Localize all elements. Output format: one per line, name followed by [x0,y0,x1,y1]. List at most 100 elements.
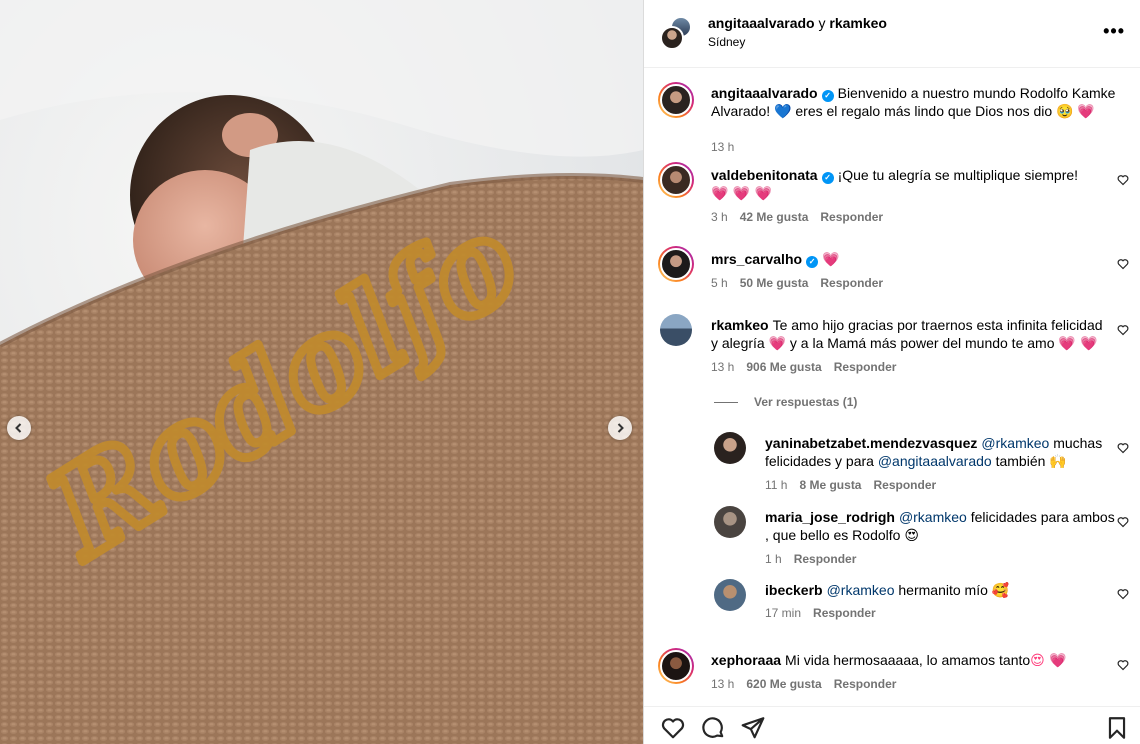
reply-button[interactable]: Responder [820,210,883,224]
comment-body-2: y a la Mamá más power del mundo te amo [786,335,1059,351]
verified-badge-icon: ✓ [821,172,834,184]
tear-face-emoji: 🥹 [1056,104,1074,120]
paper-plane-icon[interactable] [740,715,766,741]
likes-count[interactable]: 8 Me gusta [799,478,861,492]
comment-username[interactable]: valdebenitonata [711,167,818,183]
avatar[interactable] [714,579,746,611]
likes-count[interactable]: 42 Me gusta [740,210,809,224]
comment-body: ¡Que tu alegría se multiplique siempre! [837,167,1079,183]
likes-count[interactable]: 50 Me gusta [740,276,809,290]
reply-username[interactable]: ibeckerb [765,582,823,598]
like-comment-heart-icon[interactable] [1117,324,1129,336]
avatar[interactable] [714,506,746,538]
more-horizontal-icon: ••• [1103,21,1125,41]
reply-username[interactable]: yaninabetzabet.mendezvasquez [765,435,977,451]
reply-meta: 17 min Responder [765,606,888,620]
heart-eyes-heart-emojis: 😍 💗 [1030,653,1067,669]
like-comment-heart-icon[interactable] [1117,174,1129,186]
comment-text: rkamkeo Te amo hijo gracias por traernos … [711,316,1111,353]
reply-item: yaninabetzabet.mendezvasquez @rkamkeo muc… [644,432,1140,494]
likes-count[interactable]: 620 Me gusta [746,677,821,691]
like-comment-heart-icon[interactable] [1117,516,1129,528]
comment-body: Mi vida hermosaaaaa, lo amamos tanto [785,652,1031,668]
heart-emoji: 💗 [768,336,787,352]
reply-button[interactable]: Responder [834,360,897,374]
comment-meta: 3 h 42 Me gusta Responder [711,210,895,224]
pink-heart-emoji: 💗 [1077,104,1095,120]
reply-button[interactable]: Responder [834,677,897,691]
caption-text: angitaaalvarado ✓ Bienvenido a nuestro mun… [711,84,1123,121]
timestamp[interactable]: 13 h [711,140,734,154]
reply-item: maria_jose_rodrigh @rkamkeo felicidades p… [644,506,1140,568]
avatar[interactable] [658,246,694,282]
post-media: Rodolfo [0,0,643,744]
heart-outline-icon[interactable] [660,715,686,741]
comment-username[interactable]: rkamkeo [711,317,769,333]
timestamp[interactable]: 17 min [765,606,801,620]
mention-link[interactable]: @rkamkeo [981,435,1049,451]
like-comment-heart-icon[interactable] [1117,659,1129,671]
avatar [660,26,684,50]
post-actions-bar [644,706,1140,744]
comment-meta: 13 h 906 Me gusta Responder [711,360,908,374]
authors-joiner: y [818,15,826,31]
caption-meta: 13 h [711,140,746,154]
smiling-hearts-emoji: 🥰 [991,583,1010,599]
post-location[interactable]: Sídney [708,35,745,49]
avatar[interactable] [658,162,694,198]
timestamp[interactable]: 13 h [711,360,734,374]
collab-avatars[interactable] [660,16,694,50]
heart-eyes-emoji: 😍 [904,528,919,544]
reply-username[interactable]: maria_jose_rodrigh [765,509,895,525]
like-comment-heart-icon[interactable] [1117,442,1129,454]
divider [714,401,738,403]
more-options-button[interactable]: ••• [1103,22,1125,40]
heart-emojis: 💗 💗 💗 [711,186,773,202]
likes-count[interactable]: 906 Me gusta [746,360,821,374]
previous-image-button[interactable] [7,416,31,440]
comment-username[interactable]: mrs_carvalho [711,251,802,267]
comment-text: valdebenitonata ✓ ¡Que tu alegría se multi… [711,166,1111,203]
mention-link[interactable]: @rkamkeo [827,582,895,598]
reply-body: hermanito mío [894,582,992,598]
verified-badge-icon: ✓ [821,90,834,102]
mention-link[interactable]: @angitaaalvarado [878,453,992,469]
comment-meta: 13 h 620 Me gusta Responder [711,677,908,691]
reply-button[interactable]: Responder [873,478,936,492]
view-replies-button[interactable]: Ver respuestas (1) [714,395,857,409]
like-comment-heart-icon[interactable] [1117,258,1129,270]
reply-meta: 1 h Responder [765,552,868,566]
blue-heart-emoji: 💙 [774,104,792,120]
author-username[interactable]: rkamkeo [829,15,887,31]
comment-bubble-icon[interactable] [700,715,726,741]
mention-link[interactable]: @rkamkeo [899,509,967,525]
reply-button[interactable]: Responder [813,606,876,620]
reply-body-2: también [991,453,1050,469]
like-comment-heart-icon[interactable] [1117,588,1129,600]
reply-meta: 11 h 8 Me gusta Responder [765,478,948,492]
caption-body-2: eres el regalo más lindo que Dios nos di… [791,103,1057,119]
comment-item: xephoraaa Mi vida hermosaaaaa, lo amamos … [644,648,1140,698]
view-replies-label: Ver respuestas (1) [754,395,858,409]
comments-list[interactable]: angitaaalvarado ✓ Bienvenido a nuestro mun… [644,68,1140,706]
reply-text: yaninabetzabet.mendezvasquez @rkamkeo muc… [765,434,1115,471]
avatar[interactable] [660,314,692,346]
raised-hands-emoji: 🙌 [1049,454,1067,470]
avatar[interactable] [658,648,694,684]
next-image-button[interactable] [608,416,632,440]
timestamp[interactable]: 5 h [711,276,728,290]
timestamp[interactable]: 11 h [765,478,787,492]
post-side-panel: angitaaalvarado y rkamkeo Sídney ••• ang… [643,0,1140,744]
caption-username[interactable]: angitaaalvarado [711,85,818,101]
heart-emojis: 💗 💗 [1058,336,1098,352]
comment-username[interactable]: xephoraaa [711,652,781,668]
author-username[interactable]: angitaaalvarado [708,15,815,31]
reply-button[interactable]: Responder [794,552,857,566]
bookmark-icon[interactable] [1104,715,1130,741]
timestamp[interactable]: 3 h [711,210,728,224]
avatar[interactable] [658,82,694,118]
timestamp[interactable]: 13 h [711,677,734,691]
timestamp[interactable]: 1 h [765,552,782,566]
avatar[interactable] [714,432,746,464]
reply-button[interactable]: Responder [820,276,883,290]
